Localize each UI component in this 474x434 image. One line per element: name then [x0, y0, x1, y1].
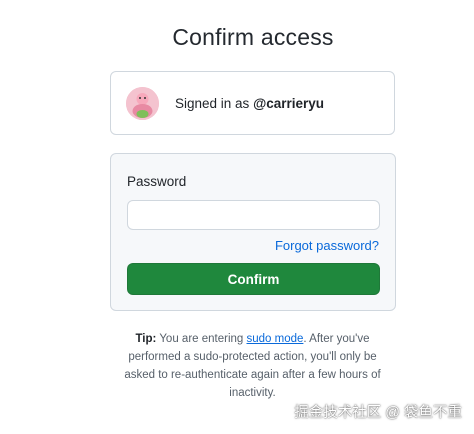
confirm-access-page: Confirm access Signed in as @carrieryu P… [0, 0, 474, 434]
forgot-password-link[interactable]: Forgot password? [275, 238, 379, 253]
confirm-button[interactable]: Confirm [127, 263, 380, 295]
avatar-cartoon-icon [126, 87, 159, 120]
signed-in-card: Signed in as @carrieryu [110, 71, 395, 135]
username: @carrieryu [253, 96, 325, 111]
signed-in-text: Signed in as @carrieryu [175, 96, 324, 111]
tip-text-before: You are entering [156, 333, 247, 345]
password-input[interactable] [127, 200, 380, 230]
watermark: 掘金技术社区 @ 袋鱼不重 [294, 405, 462, 421]
sudo-mode-link[interactable]: sudo mode [247, 333, 304, 345]
password-form: Password Forgot password? Confirm [110, 153, 396, 311]
sudo-tip: Tip: You are entering sudo mode. After y… [120, 330, 385, 402]
page-title: Confirm access [172, 24, 334, 50]
password-label: Password [127, 174, 187, 189]
signed-in-prefix: Signed in as [175, 96, 254, 111]
tip-label: Tip: [135, 333, 157, 345]
